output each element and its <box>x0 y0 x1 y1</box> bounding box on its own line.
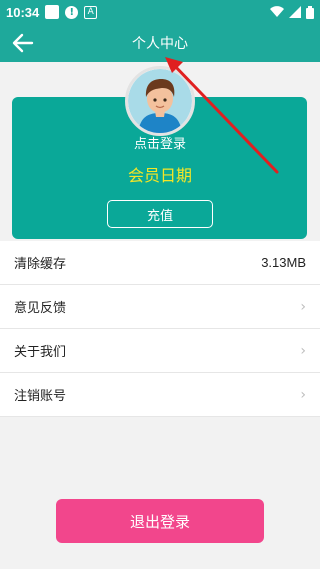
chevron-right-icon: › <box>300 342 306 359</box>
login-prompt[interactable]: 点击登录 <box>0 133 320 152</box>
logout-button[interactable]: 退出登录 <box>56 499 264 543</box>
app-bar: 个人中心 <box>0 24 320 62</box>
user-avatar-icon <box>128 69 192 133</box>
menu-item-label: 清除缓存 <box>14 257 67 272</box>
cache-size-value: 3.13MB <box>261 255 306 270</box>
text-icon: A <box>84 5 98 19</box>
alert-icon: ! <box>65 5 79 19</box>
back-button[interactable] <box>10 31 36 55</box>
menu-item-label: 注销账号 <box>14 389 67 404</box>
status-bar: 10:34 ! A <box>0 0 320 24</box>
status-time: 10:34 <box>6 4 40 20</box>
menu-item-clear-cache[interactable]: 清除缓存 3.13MB <box>0 241 320 285</box>
battery-icon <box>306 5 314 19</box>
wifi-icon <box>270 6 284 18</box>
notification-square-icon <box>45 5 60 19</box>
signal-icon <box>289 6 301 18</box>
back-arrow-icon <box>12 33 34 53</box>
avatar[interactable] <box>125 66 195 136</box>
menu-item-label: 意见反馈 <box>14 301 67 316</box>
chevron-right-icon: › <box>300 386 306 403</box>
menu-item-delete-account[interactable]: 注销账号 › <box>0 373 320 417</box>
page-title: 个人中心 <box>132 36 188 52</box>
member-date-label: 会员日期 <box>127 166 192 185</box>
menu-item-about-us[interactable]: 关于我们 › <box>0 329 320 373</box>
settings-menu: 清除缓存 3.13MB 意见反馈 › 关于我们 › 注销账号 › <box>0 241 320 417</box>
chevron-right-icon: › <box>300 298 306 315</box>
menu-item-feedback[interactable]: 意见反馈 › <box>0 285 320 329</box>
menu-item-label: 关于我们 <box>14 345 67 360</box>
recharge-button[interactable]: 充值 <box>107 200 213 228</box>
